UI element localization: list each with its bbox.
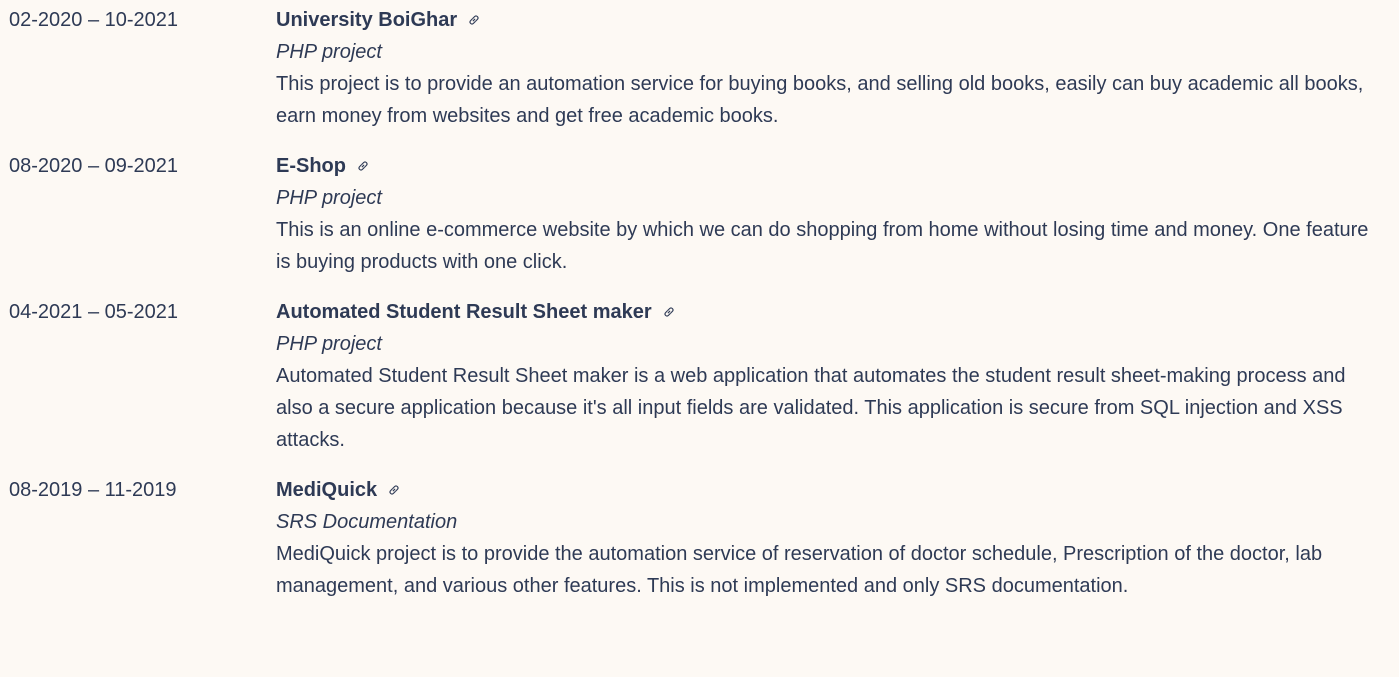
project-entry: 08-2019 – 11-2019 MediQuick SRS Document… [0,474,1399,602]
project-period: 08-2020 – 09-2021 [9,155,179,177]
project-description: MediQuick project is to provide the auto… [276,543,1323,597]
project-details: MediQuick SRS Documentation MediQuick pr… [276,474,1386,602]
link-icon[interactable] [356,159,370,173]
project-title-line: MediQuick [276,474,1386,506]
project-period: 04-2021 – 05-2021 [9,301,179,323]
project-title-link[interactable]: E-Shop [276,150,346,182]
project-type: PHP project [276,41,382,63]
link-icon[interactable] [467,13,481,27]
project-description: Automated Student Result Sheet maker is … [276,365,1346,451]
project-description: This project is to provide an automation… [276,73,1364,127]
project-entry: 08-2020 – 09-2021 E-Shop PHP project Thi… [0,150,1399,278]
link-icon[interactable] [387,483,401,497]
project-details: University BoiGhar PHP project This proj… [276,4,1386,132]
project-title-line: E-Shop [276,150,1386,182]
project-type: SRS Documentation [276,511,458,533]
project-details: E-Shop PHP project This is an online e-c… [276,150,1386,278]
project-title-link[interactable]: MediQuick [276,474,377,506]
project-period: 02-2020 – 10-2021 [9,9,179,31]
project-period: 08-2019 – 11-2019 [9,479,177,501]
project-type: PHP project [276,187,382,209]
project-entry: 02-2020 – 10-2021 University BoiGhar PHP… [0,4,1399,132]
project-details: Automated Student Result Sheet maker PHP… [276,296,1386,456]
projects-section: 02-2020 – 10-2021 University BoiGhar PHP… [0,0,1399,602]
link-icon[interactable] [662,305,676,319]
project-type: PHP project [276,333,382,355]
project-title-link[interactable]: Automated Student Result Sheet maker [276,296,652,328]
project-title-line: University BoiGhar [276,4,1386,36]
project-entry: 04-2021 – 05-2021 Automated Student Resu… [0,296,1399,456]
project-description: This is an online e-commerce website by … [276,219,1369,273]
project-title-line: Automated Student Result Sheet maker [276,296,1386,328]
project-title-link[interactable]: University BoiGhar [276,4,457,36]
